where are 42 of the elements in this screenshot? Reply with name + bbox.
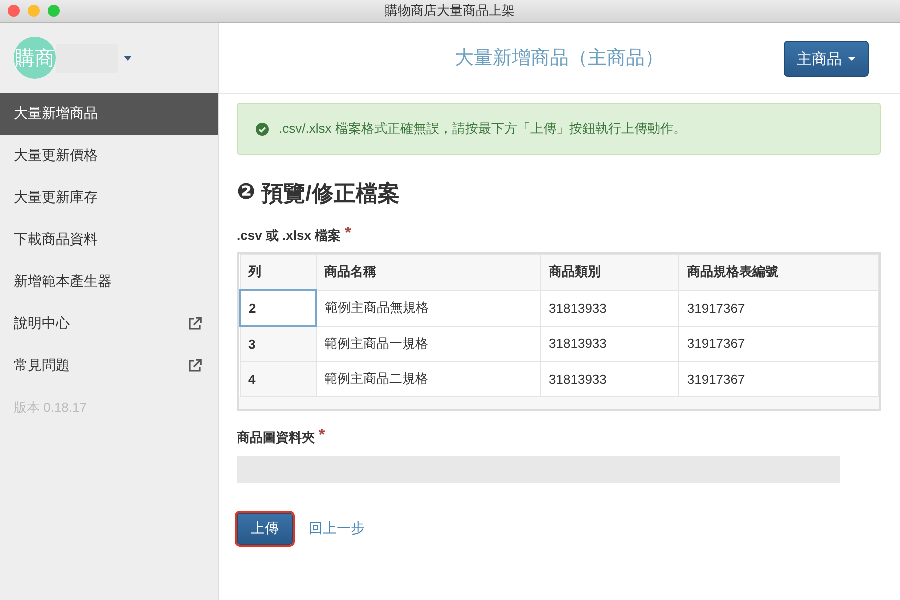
- field-label: 商品圖資料夾: [237, 429, 315, 447]
- required-asterisk: *: [345, 227, 352, 240]
- logo: 購商: [14, 37, 56, 79]
- caret-icon[interactable]: [124, 56, 132, 60]
- back-link[interactable]: 回上一步: [309, 520, 365, 538]
- sidebar-item[interactable]: 常見問題: [0, 345, 218, 387]
- table-cell: 2: [240, 290, 316, 326]
- required-asterisk: *: [319, 429, 326, 442]
- table-cell: 31813933: [540, 362, 679, 396]
- sidebar-item[interactable]: 大量更新價格: [0, 135, 218, 177]
- table-cell: 31813933: [540, 290, 679, 326]
- column-header: 商品名稱: [316, 254, 541, 290]
- column-header: 商品類別: [540, 254, 679, 290]
- close-button[interactable]: [8, 5, 20, 17]
- page-title: 大量新增商品（主商品）: [455, 47, 664, 71]
- redacted-bar: [56, 44, 118, 72]
- sidebar-item[interactable]: 大量新增商品: [0, 93, 218, 135]
- table-cell: 範例主商品二規格: [316, 362, 541, 396]
- table-cell: 範例主商品無規格: [316, 290, 541, 326]
- table-cell: 範例主商品一規格: [316, 326, 541, 362]
- table-cell: 31917367: [678, 362, 878, 396]
- table-cell: 31917367: [678, 290, 878, 326]
- table-cell: 4: [240, 362, 316, 396]
- window-title: 購物商店大量商品上架: [385, 2, 515, 20]
- field-label: .csv 或 .xlsx 檔案: [237, 227, 342, 245]
- table-cell: 3: [240, 326, 316, 362]
- column-header: 列: [240, 254, 316, 290]
- sidebar-item[interactable]: 說明中心: [0, 303, 218, 345]
- zoom-button[interactable]: [48, 5, 60, 17]
- upload-button[interactable]: 上傳: [237, 513, 293, 545]
- sidebar-item[interactable]: 新增範本產生器: [0, 261, 218, 303]
- minimize-button[interactable]: [28, 5, 40, 17]
- sidebar-item[interactable]: 下載商品資料: [0, 219, 218, 261]
- table-cell: 31813933: [540, 326, 679, 362]
- table-cell: 31917367: [678, 326, 878, 362]
- alert-text: .csv/.xlsx 檔案格式正確無誤，請按最下方「上傳」按鈕執行上傳動作。: [279, 120, 686, 138]
- column-header: 商品規格表編號: [678, 254, 878, 290]
- check-circle-icon: [256, 122, 269, 136]
- mode-dropdown-button[interactable]: 主商品: [784, 41, 869, 77]
- step-number: ❷: [237, 179, 256, 206]
- sidebar-item[interactable]: 大量更新庫存: [0, 177, 218, 219]
- section-title: 預覽/修正檔案: [262, 180, 400, 208]
